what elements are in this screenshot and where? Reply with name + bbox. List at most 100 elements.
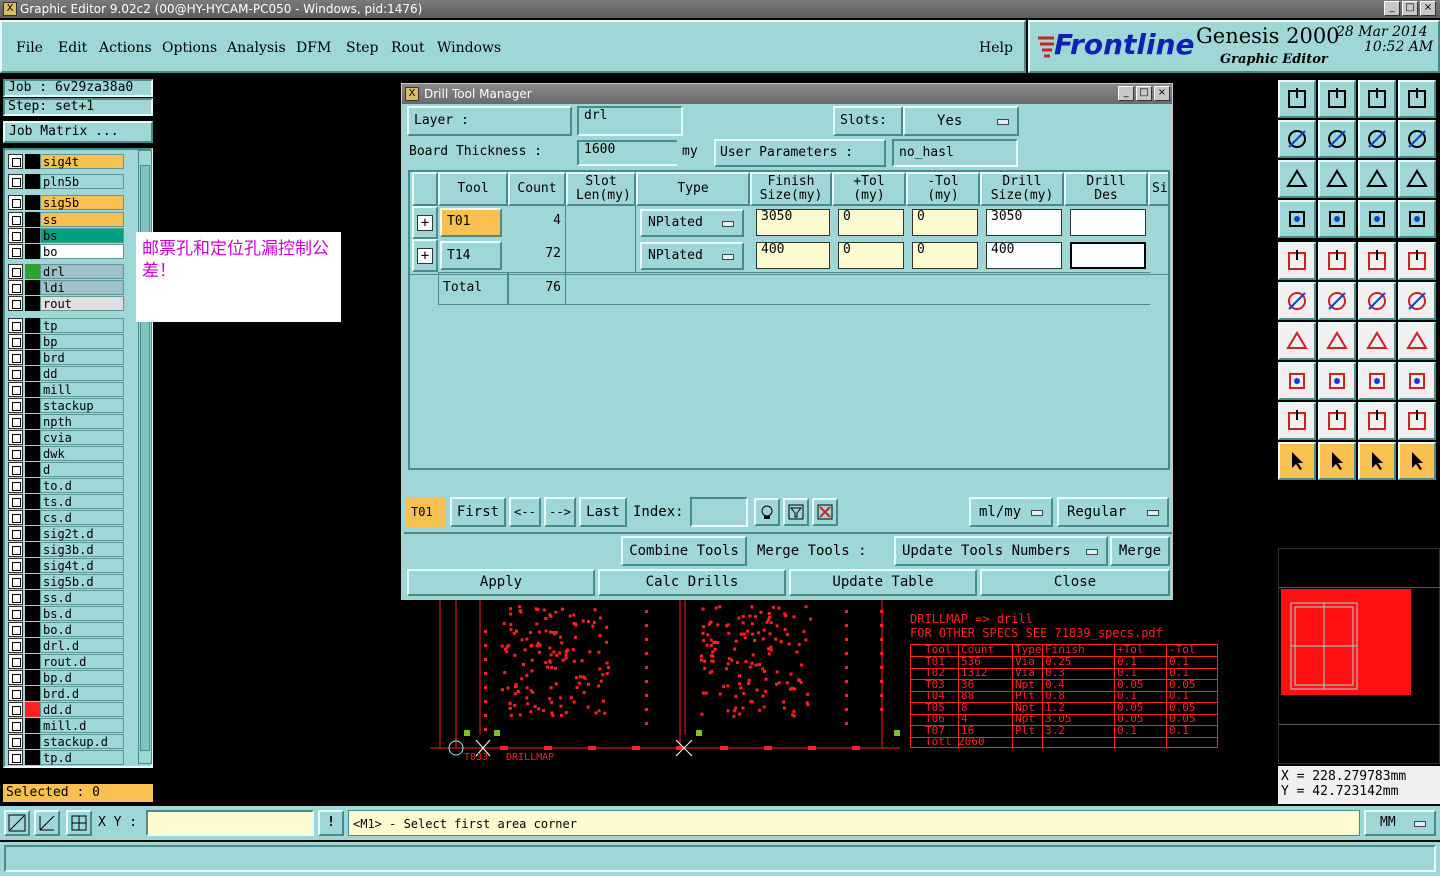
layer-name[interactable]: to.d xyxy=(40,478,124,493)
user-parameters-input[interactable]: no_hasl xyxy=(892,139,1018,167)
layer-name[interactable]: ldi xyxy=(40,280,124,295)
index-input[interactable] xyxy=(690,497,748,527)
layer-checkbox[interactable] xyxy=(8,334,23,349)
layer-row-to-d[interactable]: to.d xyxy=(8,478,124,493)
measure-icon[interactable] xyxy=(34,810,60,836)
units-dropdown[interactable]: ml/my xyxy=(969,497,1053,527)
layer-checkbox[interactable] xyxy=(8,174,23,189)
layer-name[interactable]: rout.d xyxy=(40,654,124,669)
snap-tool-icon[interactable] xyxy=(1398,200,1436,238)
layer-row-sig4t-d[interactable]: sig4t.d xyxy=(8,558,124,573)
layer-row-stackup-d[interactable]: stackup.d xyxy=(8,734,124,749)
export-icon[interactable] xyxy=(1318,120,1356,158)
layer-checkbox[interactable] xyxy=(8,264,23,279)
zoom-fit-icon[interactable] xyxy=(4,810,30,836)
table-row-plus-tol-input[interactable]: 0 xyxy=(838,209,904,236)
layer-checkbox[interactable] xyxy=(8,382,23,397)
node-icon[interactable] xyxy=(1358,282,1396,320)
layer-name[interactable]: drl xyxy=(40,264,124,279)
grid-toggle-icon[interactable] xyxy=(1318,200,1356,238)
table-row-plus-tol-input[interactable]: 0 xyxy=(838,242,904,269)
user-parameters-button[interactable]: User Parameters : xyxy=(714,139,886,167)
layer-row-d[interactable]: d xyxy=(8,462,124,477)
overview-map[interactable] xyxy=(1278,548,1440,764)
arch-icon[interactable] xyxy=(1358,402,1396,440)
menu-analysis[interactable]: Analysis xyxy=(227,40,286,56)
table-row-drill-size-input[interactable]: 3050 xyxy=(986,209,1062,236)
grid-icon[interactable] xyxy=(66,810,92,836)
update-table-button[interactable]: Update Table xyxy=(789,569,977,596)
layer-row-sig5b[interactable]: sig5b xyxy=(8,195,124,210)
layer-name[interactable]: stackup xyxy=(40,398,124,413)
measure-box-icon[interactable] xyxy=(1358,362,1396,400)
menu-dfm[interactable]: DFM xyxy=(296,40,331,56)
table-row-finish-input[interactable]: 3050 xyxy=(756,209,830,236)
table-row-drill-des-input[interactable] xyxy=(1070,242,1146,269)
dialog-minimize-button[interactable]: _ xyxy=(1118,86,1134,101)
select-edit-icon[interactable] xyxy=(1358,442,1396,480)
layer-checkbox[interactable] xyxy=(8,398,23,413)
layer-name[interactable]: d xyxy=(40,462,124,477)
layer-name[interactable]: bp xyxy=(40,334,124,349)
layer-checkbox[interactable] xyxy=(8,670,23,685)
cross-icon[interactable] xyxy=(1318,282,1356,320)
menu-edit[interactable]: Edit xyxy=(58,40,87,56)
layer-row-mill-d[interactable]: mill.d xyxy=(8,718,124,733)
window-icon[interactable] xyxy=(1398,80,1436,118)
slash-icon[interactable] xyxy=(1318,322,1356,360)
layer-row-dd-d[interactable]: dd.d xyxy=(8,702,124,717)
layer-row-mill[interactable]: mill xyxy=(8,382,124,397)
layer-name[interactable]: sig5b.d xyxy=(40,574,124,589)
triangle-icon[interactable] xyxy=(1278,402,1316,440)
layer-row-stackup[interactable]: stackup xyxy=(8,398,124,413)
row-expand-button[interactable]: + xyxy=(412,206,438,239)
layer-row-ldi[interactable]: ldi xyxy=(8,280,124,295)
layer-name[interactable]: cvia xyxy=(40,430,124,445)
layer-checkbox[interactable] xyxy=(8,446,23,461)
swap-icon[interactable] xyxy=(1358,120,1396,158)
menu-options[interactable]: Options xyxy=(162,40,217,56)
home-icon[interactable] xyxy=(1358,80,1396,118)
board-thickness-input[interactable]: 1600 xyxy=(577,140,681,166)
layer-checkbox[interactable] xyxy=(8,542,23,557)
arc-icon[interactable] xyxy=(1358,322,1396,360)
layer-name[interactable]: tp xyxy=(40,318,124,333)
save-icon[interactable] xyxy=(1318,80,1356,118)
slots-dropdown[interactable]: Yes xyxy=(903,106,1019,136)
flip-icon[interactable] xyxy=(1398,120,1436,158)
layer-name[interactable]: rout xyxy=(40,296,124,311)
line-add-icon[interactable] xyxy=(1318,242,1356,280)
menu-step[interactable]: Step xyxy=(346,40,378,56)
layer-name[interactable]: sig3b.d xyxy=(40,542,124,557)
layer-row-drl[interactable]: drl xyxy=(8,264,124,279)
import-icon[interactable] xyxy=(1278,120,1316,158)
layer-name[interactable]: mill xyxy=(40,382,124,397)
layer-name[interactable]: cs.d xyxy=(40,510,124,525)
layer-row-tp-d[interactable]: tp.d xyxy=(8,750,124,765)
lamp-icon[interactable] xyxy=(754,498,780,526)
layer-name[interactable]: sig4t.d xyxy=(40,558,124,573)
layer-name[interactable]: dd.d xyxy=(40,702,124,717)
layer-row-rout[interactable]: rout xyxy=(8,296,124,311)
dialog-close-icon[interactable]: × xyxy=(1154,86,1170,101)
layer-checkbox[interactable] xyxy=(8,718,23,733)
layer-checkbox[interactable] xyxy=(8,244,23,259)
layer-name[interactable]: dwk xyxy=(40,446,124,461)
layer-name[interactable]: bs.d xyxy=(40,606,124,621)
select-node-icon[interactable] xyxy=(1398,442,1436,480)
merge-button[interactable]: Merge xyxy=(1110,536,1170,566)
layer-checkbox[interactable] xyxy=(8,280,23,295)
layer-name[interactable]: stackup.d xyxy=(40,734,124,749)
layer-row-cs-d[interactable]: cs.d xyxy=(8,510,124,525)
layer-row-ss[interactable]: ss xyxy=(8,212,124,227)
previous-button[interactable]: <-- xyxy=(509,497,541,527)
table-row-drill-des-input[interactable] xyxy=(1070,209,1146,236)
layer-checkbox[interactable] xyxy=(8,558,23,573)
center-icon[interactable] xyxy=(1318,160,1356,198)
layer-row-bo-d[interactable]: bo.d xyxy=(8,622,124,637)
table-row-drill-size-input[interactable]: 400 xyxy=(986,242,1062,269)
layer-row-brd-d[interactable]: brd.d xyxy=(8,686,124,701)
layer-row-sig3b-d[interactable]: sig3b.d xyxy=(8,542,124,557)
layer-checkbox[interactable] xyxy=(8,462,23,477)
info-icon[interactable]: ! xyxy=(318,810,344,836)
